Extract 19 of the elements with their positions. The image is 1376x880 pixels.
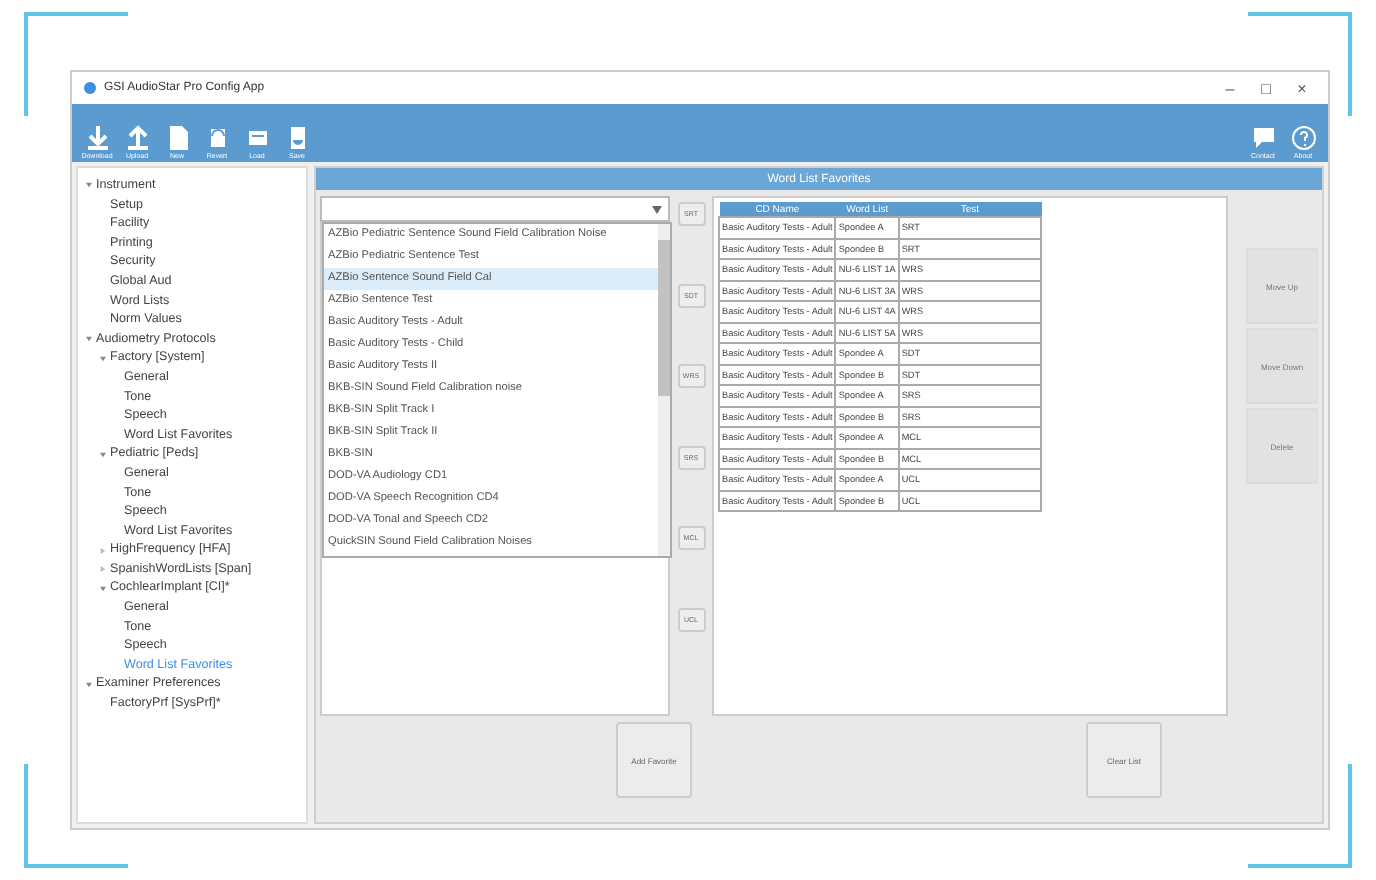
window-control[interactable]: –	[1216, 79, 1244, 97]
chat-icon	[1251, 124, 1275, 152]
download-icon	[85, 124, 109, 152]
window-control[interactable]: ×	[1288, 79, 1316, 97]
dropdown[interactable]	[320, 196, 670, 222]
expanded-icon[interactable]	[100, 585, 106, 592]
window-control[interactable]: □	[1252, 79, 1280, 97]
expanded-icon[interactable]	[86, 182, 92, 189]
upload-icon	[125, 124, 149, 152]
caret-icon	[652, 205, 662, 213]
app-icon	[84, 82, 96, 94]
collapsed-icon[interactable]	[100, 547, 106, 554]
expanded-icon[interactable]	[100, 451, 106, 458]
expanded-icon[interactable]	[100, 355, 106, 362]
expanded-icon[interactable]	[86, 336, 92, 343]
expanded-icon[interactable]	[86, 681, 92, 688]
help-icon	[1291, 124, 1315, 152]
scrollbar[interactable]	[658, 224, 670, 556]
collapsed-icon[interactable]	[100, 566, 106, 573]
